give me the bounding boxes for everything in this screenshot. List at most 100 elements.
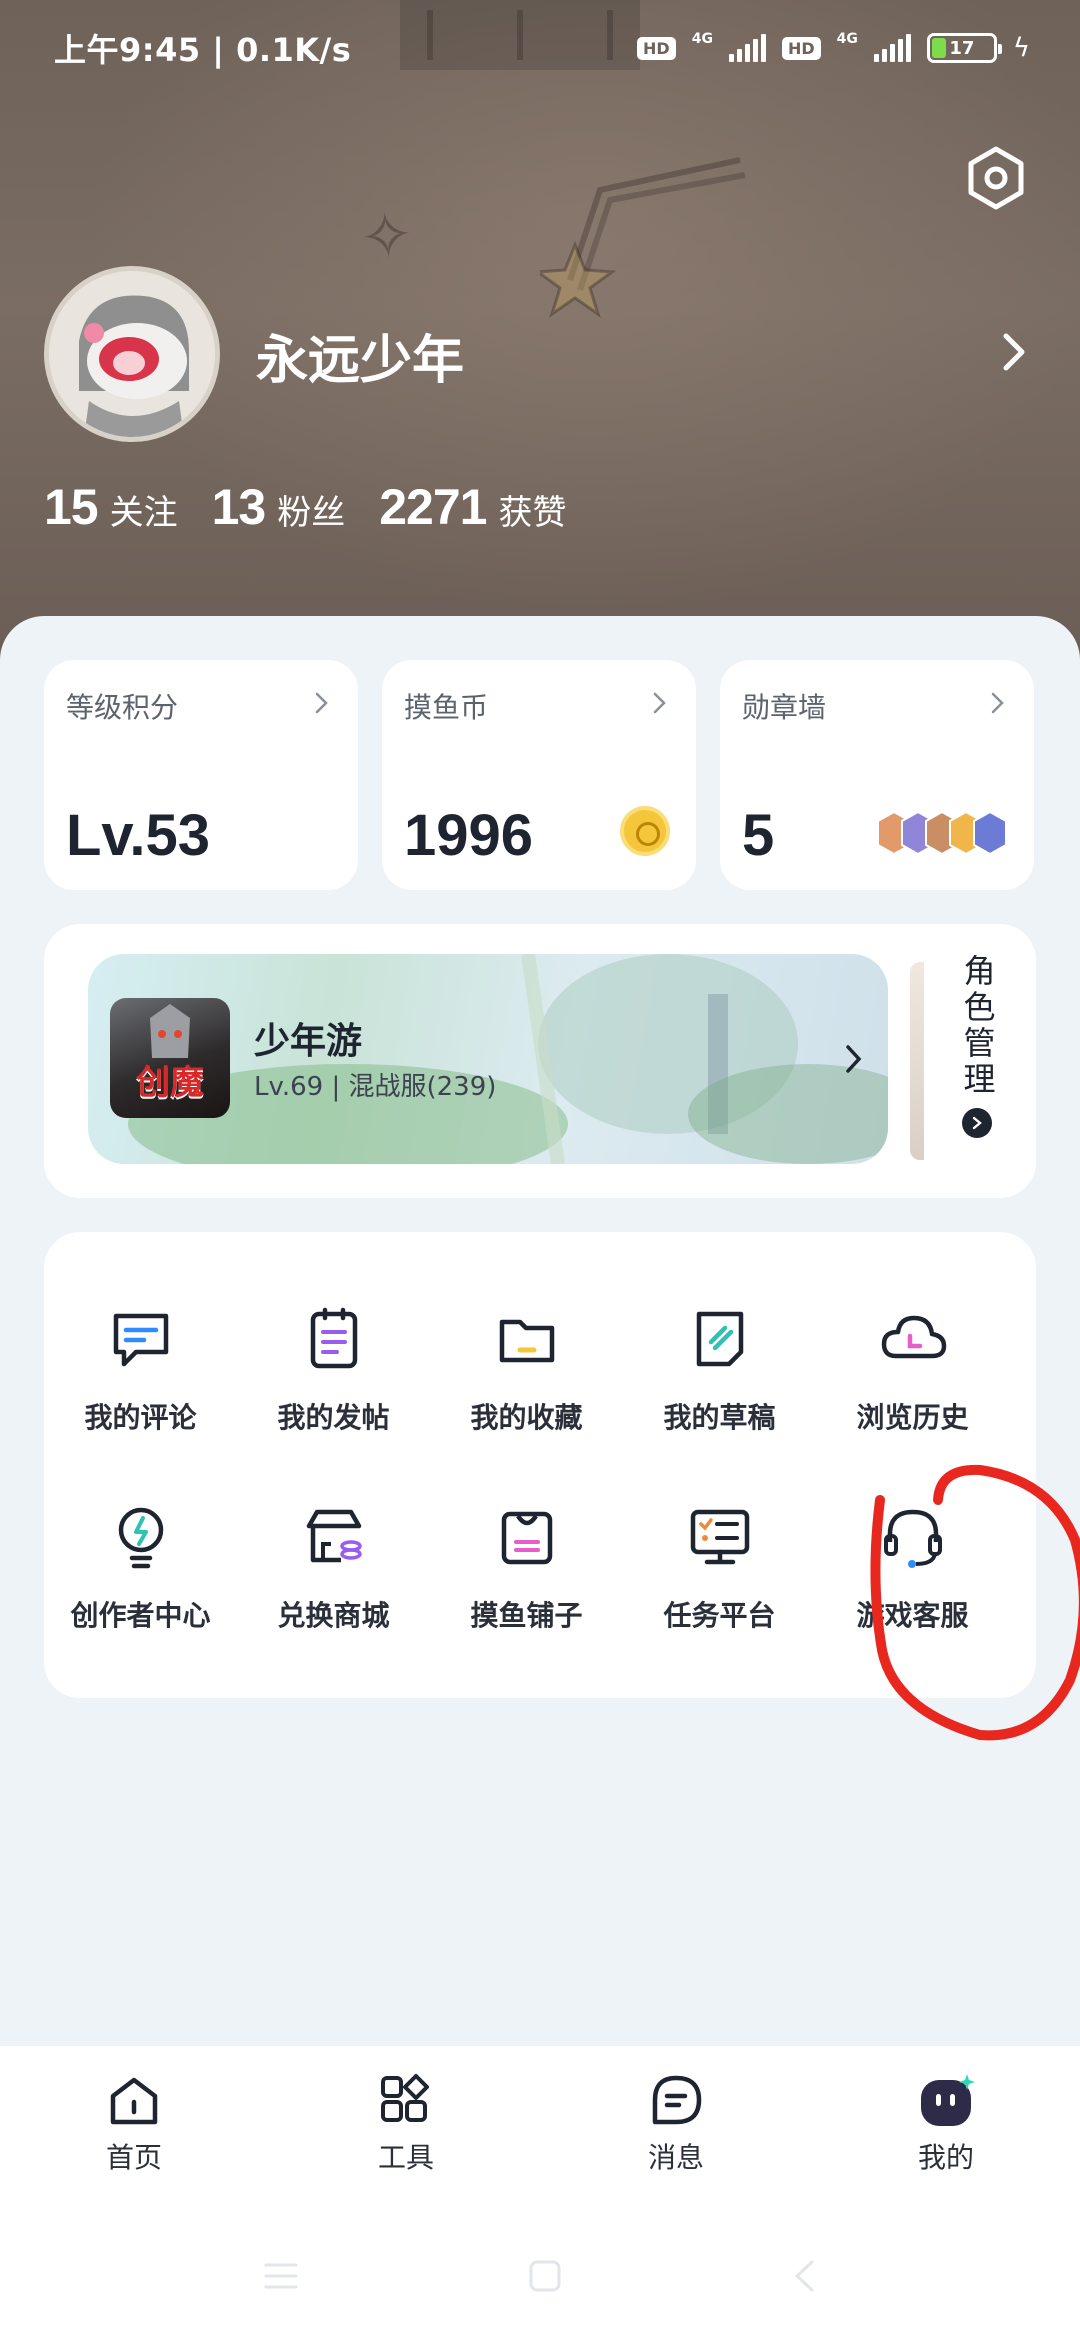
nav-label: 首页 xyxy=(105,2141,162,2174)
settings-icon xyxy=(968,146,1024,210)
medal-wall-card[interactable]: 勋章墙 5 xyxy=(720,660,1034,890)
exchange-mall-item[interactable]: 兑换商城 xyxy=(237,1502,430,1634)
arrow-right-circle-icon xyxy=(962,1108,992,1138)
card-value: Lv.53 xyxy=(66,803,211,868)
shooting-star-doodle xyxy=(540,157,746,318)
monitor-tasks-icon xyxy=(690,1509,749,1565)
creator-center-item[interactable]: 创作者中心 xyxy=(44,1502,237,1634)
avatar-image xyxy=(49,271,215,437)
store-icon xyxy=(306,1509,362,1563)
signal-icon-2 xyxy=(873,34,911,62)
clipboard-icon xyxy=(310,1307,357,1369)
stat-label: 关注 xyxy=(109,493,178,533)
function-grid: 我的评论 我的发帖 我的收藏 我的草稿 浏览历史 创作者中心 兑换商城 摸鱼铺子… xyxy=(44,1232,1036,1698)
stat-likes[interactable]: 2271 获赞 xyxy=(379,478,566,536)
stat-number: 15 xyxy=(44,479,99,535)
stat-followers[interactable]: 13 粉丝 xyxy=(212,478,346,536)
fish-coin-card[interactable]: 摸鱼币 1996 xyxy=(382,660,696,890)
chevron-right-icon xyxy=(653,692,666,714)
home-icon xyxy=(110,2077,158,2125)
settings-button[interactable] xyxy=(960,142,1032,214)
home-square-icon[interactable] xyxy=(528,2259,562,2293)
me-face-icon xyxy=(921,2074,975,2126)
function-label: 我的发帖 xyxy=(277,1401,390,1434)
battery-level: 17 xyxy=(949,37,975,59)
nav-label: 我的 xyxy=(917,2141,974,2174)
function-row-1: 我的评论 我的发帖 我的收藏 我的草稿 浏览历史 xyxy=(44,1304,1036,1436)
nav-home[interactable]: 首页 xyxy=(64,2072,204,2176)
browse-history-item[interactable]: 浏览历史 xyxy=(816,1304,1009,1436)
network-type: 4G xyxy=(691,31,713,47)
back-icon[interactable] xyxy=(792,2259,816,2293)
status-icons: HD 4G HD 4G 17 ϟ xyxy=(637,31,1030,65)
summary-cards: 等级积分 Lv.53 摸鱼币 1996 勋章墙 5 xyxy=(44,660,1034,890)
task-platform-item[interactable]: 任务平台 xyxy=(623,1502,816,1634)
card-value: 5 xyxy=(742,803,775,868)
nav-me[interactable]: 我的 xyxy=(876,2072,1016,2176)
my-favorites-item[interactable]: 我的收藏 xyxy=(430,1304,623,1436)
hd-badge: HD xyxy=(637,36,676,60)
function-label: 兑换商城 xyxy=(277,1599,390,1632)
avatar[interactable] xyxy=(44,266,220,442)
role-management-button[interactable]: 角色管理 xyxy=(952,954,1002,1138)
lightbulb-icon xyxy=(118,1507,163,1569)
signal-icon xyxy=(728,34,766,62)
coin-icon xyxy=(620,806,670,856)
grid-tools-icon xyxy=(381,2074,429,2122)
chevron-right-icon xyxy=(846,1045,862,1073)
nav-tools[interactable]: 工具 xyxy=(336,2072,476,2176)
chevron-right-icon xyxy=(315,692,328,714)
decor-doodle: ✧ xyxy=(356,197,418,277)
game-level-server: Lv.69 | 混战服(239) xyxy=(254,1072,497,1102)
card-title: 勋章墙 xyxy=(742,691,827,724)
my-posts-item[interactable]: 我的发帖 xyxy=(237,1304,430,1436)
stat-label: 获赞 xyxy=(498,493,567,533)
username[interactable]: 永远少年 xyxy=(256,318,464,393)
my-drafts-item[interactable]: 我的草稿 xyxy=(623,1304,816,1436)
profile-stats: 15 关注 13 粉丝 2271 获赞 xyxy=(44,478,600,536)
card-title: 等级积分 xyxy=(66,691,179,724)
headset-icon xyxy=(883,1509,942,1568)
game-support-item[interactable]: 游戏客服 xyxy=(816,1502,1009,1634)
function-label: 浏览历史 xyxy=(856,1401,969,1434)
medals-icon xyxy=(877,810,1007,856)
message-icon xyxy=(652,2075,702,2125)
status-bar: 上午9:45 | 0.1K/s HD 4G HD 4G 17 ϟ xyxy=(0,0,1080,96)
fish-shop-item[interactable]: 摸鱼铺子 xyxy=(430,1502,623,1634)
status-time: 上午9:45 | 0.1K/s xyxy=(54,31,352,69)
stat-following[interactable]: 15 关注 xyxy=(44,478,178,536)
function-label: 我的评论 xyxy=(84,1401,197,1434)
next-game-peek xyxy=(910,962,924,1160)
stat-number: 2271 xyxy=(379,479,487,535)
battery-icon: 17 xyxy=(926,33,1002,63)
chevron-right-icon xyxy=(991,692,1004,714)
game-logo: 创魔 xyxy=(110,998,230,1118)
game-name: 少年游 xyxy=(254,1021,363,1062)
function-label: 我的草稿 xyxy=(663,1401,776,1434)
function-row-2: 创作者中心 兑换商城 摸鱼铺子 任务平台 游戏客服 xyxy=(44,1502,1036,1634)
function-label: 我的收藏 xyxy=(470,1401,583,1434)
level-points-card[interactable]: 等级积分 Lv.53 xyxy=(44,660,358,890)
system-navigation xyxy=(0,2246,1080,2306)
cloud-icon xyxy=(881,1315,946,1359)
game-logo-text: 创魔 xyxy=(136,1063,204,1103)
card-title: 摸鱼币 xyxy=(404,691,489,724)
function-label: 摸鱼铺子 xyxy=(470,1599,583,1632)
shopping-bag-icon xyxy=(501,1511,552,1565)
menu-icon[interactable] xyxy=(264,2261,298,2291)
card-value: 1996 xyxy=(404,803,534,868)
function-label: 游戏客服 xyxy=(856,1599,969,1632)
role-management-label: 角色管理 xyxy=(958,954,997,1098)
chevron-right-icon[interactable] xyxy=(996,328,1032,376)
function-label: 创作者中心 xyxy=(70,1599,211,1632)
folder-icon xyxy=(499,1319,554,1363)
nav-label: 工具 xyxy=(377,2141,434,2174)
stat-number: 13 xyxy=(211,479,267,535)
hd-badge-2: HD xyxy=(781,36,821,60)
function-label: 任务平台 xyxy=(663,1599,776,1632)
game-section: 创魔 少年游 Lv.69 | 混战服(239) 角色管理 xyxy=(44,924,1036,1198)
my-comments-item[interactable]: 我的评论 xyxy=(44,1304,237,1436)
game-banner[interactable]: 创魔 少年游 Lv.69 | 混战服(239) xyxy=(88,954,888,1164)
nav-messages[interactable]: 消息 xyxy=(606,2072,746,2176)
nav-label: 消息 xyxy=(647,2141,704,2174)
